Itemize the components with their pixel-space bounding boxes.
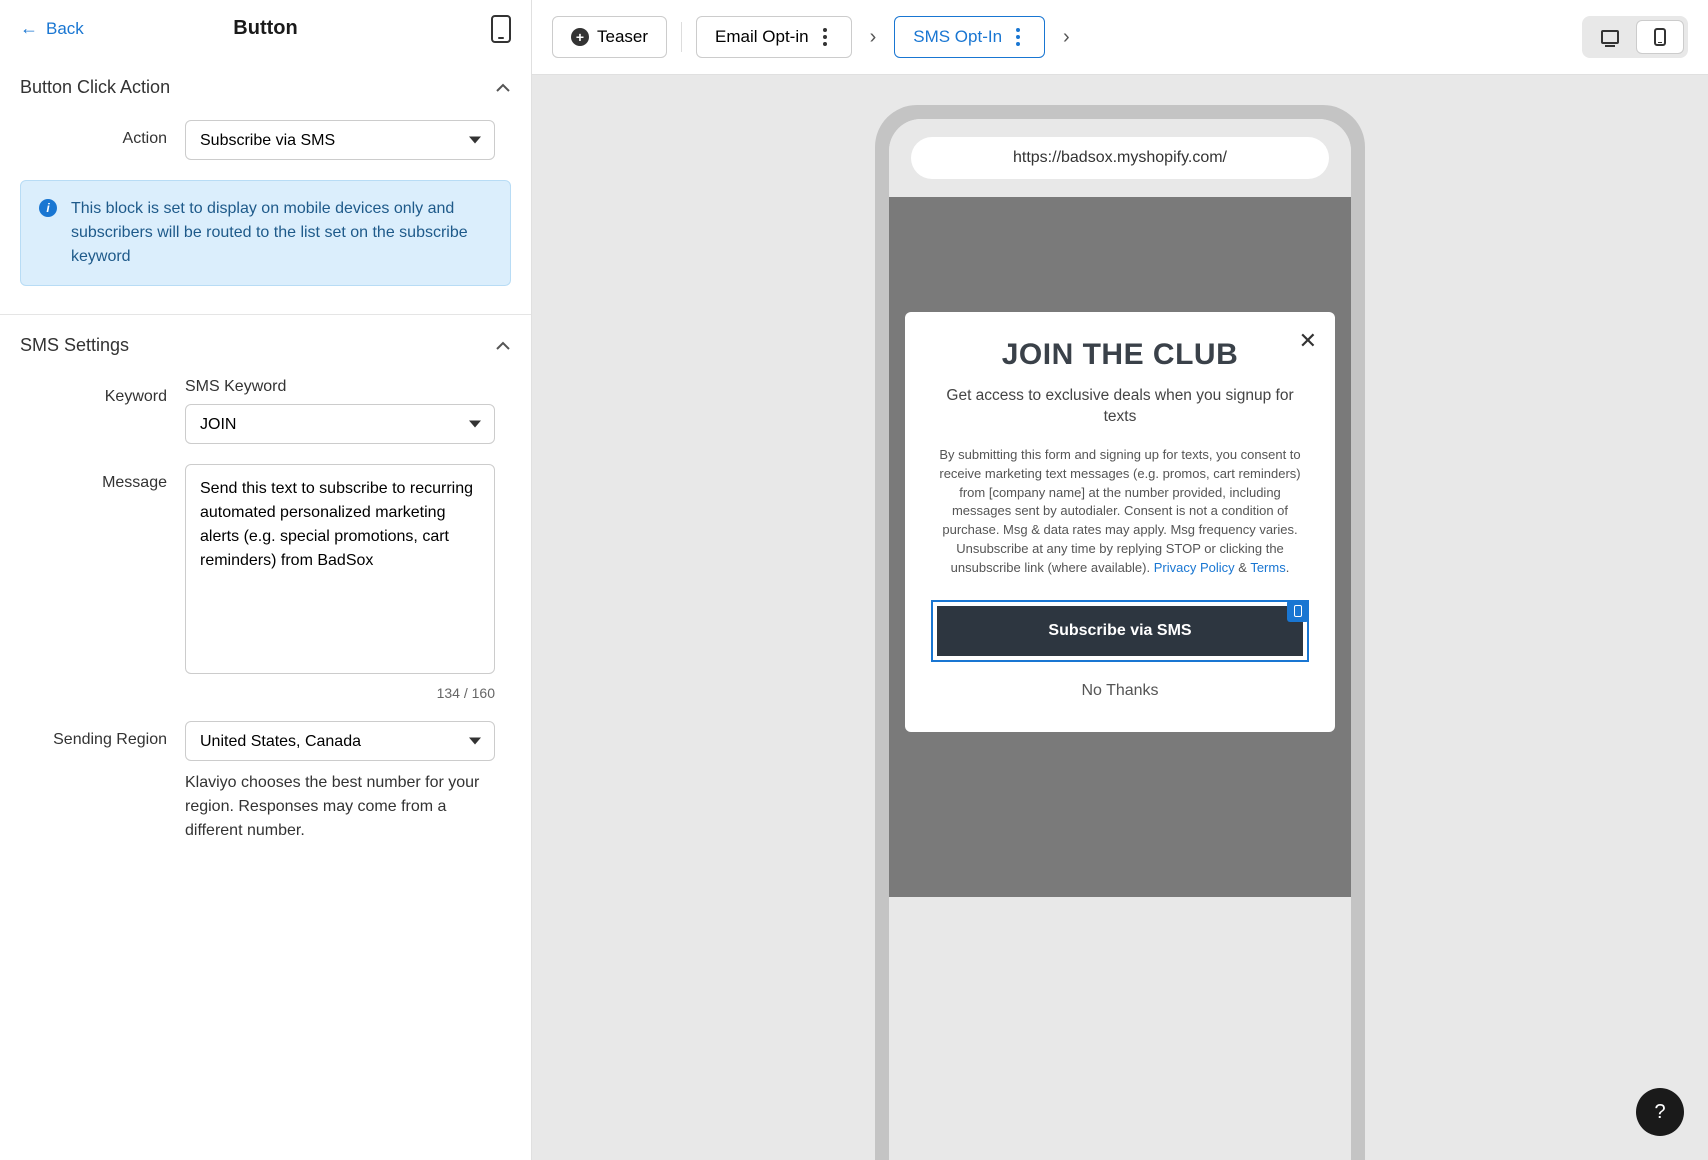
subscribe-button[interactable]: Subscribe via SMS xyxy=(937,606,1303,656)
kebab-icon[interactable] xyxy=(1010,28,1026,46)
email-optin-label: Email Opt-in xyxy=(715,27,809,47)
popup-title: JOIN THE CLUB xyxy=(931,338,1309,372)
sidebar-header: ← Back Button xyxy=(0,0,531,57)
info-icon: i xyxy=(39,199,57,217)
field-sending-region: Sending Region United States, Canada Kla… xyxy=(20,721,511,843)
field-label: Keyword xyxy=(20,378,185,406)
mobile-icon xyxy=(1294,605,1302,617)
phone-screen: https://badsox.myshopify.com/ ✕ JOIN THE… xyxy=(889,119,1351,1160)
field-label: Message xyxy=(20,464,185,492)
privacy-link[interactable]: Privacy Policy xyxy=(1154,560,1235,575)
action-select-wrap: Subscribe via SMS xyxy=(185,120,495,160)
field-action: Action Subscribe via SMS xyxy=(20,120,511,160)
email-optin-step[interactable]: Email Opt-in xyxy=(696,16,852,58)
legal-amp: & xyxy=(1235,560,1251,575)
sms-optin-label: SMS Opt-In xyxy=(913,27,1002,47)
keyword-select[interactable]: JOIN xyxy=(185,404,495,444)
plus-circle-icon: + xyxy=(571,28,589,46)
keyword-select-wrap: JOIN xyxy=(185,404,495,444)
back-label: Back xyxy=(46,19,84,39)
chevron-right-icon: › xyxy=(866,26,881,49)
legal-text: By submitting this form and signing up f… xyxy=(939,447,1300,575)
section-header[interactable]: SMS Settings xyxy=(20,335,511,356)
device-toggle xyxy=(1582,16,1688,58)
chevron-up-icon xyxy=(495,338,511,354)
section-title: SMS Settings xyxy=(20,335,129,356)
popup-legal: By submitting this form and signing up f… xyxy=(931,446,1309,578)
chevron-up-icon xyxy=(495,80,511,96)
back-button[interactable]: ← Back xyxy=(20,18,84,39)
chevron-right-icon: › xyxy=(1059,26,1074,49)
info-text: This block is set to display on mobile d… xyxy=(71,197,492,269)
action-select[interactable]: Subscribe via SMS xyxy=(185,120,495,160)
sms-optin-step[interactable]: SMS Opt-In xyxy=(894,16,1045,58)
divider xyxy=(681,22,682,52)
page-title: Button xyxy=(233,17,297,40)
field-message: Message Send this text to subscribe to r… xyxy=(20,464,511,701)
mobile-badge xyxy=(1287,600,1309,622)
field-keyword: Keyword SMS Keyword JOIN xyxy=(20,378,511,444)
field-label: Action xyxy=(20,120,185,148)
field-label: Sending Region xyxy=(20,721,185,749)
info-callout: i This block is set to display on mobile… xyxy=(20,180,511,286)
url-bar: https://badsox.myshopify.com/ xyxy=(911,137,1329,179)
region-select[interactable]: United States, Canada xyxy=(185,721,495,761)
preview-canvas: + Teaser Email Opt-in › SMS Opt-In › xyxy=(532,0,1708,1160)
phone-frame: https://badsox.myshopify.com/ ✕ JOIN THE… xyxy=(875,105,1365,1160)
page-content: ✕ JOIN THE CLUB Get access to exclusive … xyxy=(889,197,1351,897)
settings-sidebar: ← Back Button Button Click Action Action… xyxy=(0,0,532,1160)
canvas-toolbar: + Teaser Email Opt-in › SMS Opt-In › xyxy=(532,0,1708,75)
terms-link[interactable]: Terms xyxy=(1250,560,1285,575)
url-bar-area: https://badsox.myshopify.com/ xyxy=(889,119,1351,197)
close-icon[interactable]: ✕ xyxy=(1299,328,1317,354)
teaser-button[interactable]: + Teaser xyxy=(552,16,667,58)
teaser-label: Teaser xyxy=(597,27,648,47)
message-textarea[interactable]: Send this text to subscribe to recurring… xyxy=(185,464,495,674)
desktop-icon xyxy=(1601,30,1619,44)
popup-subtitle: Get access to exclusive deals when you s… xyxy=(940,386,1300,428)
arrow-left-icon: ← xyxy=(20,18,38,39)
section-header[interactable]: Button Click Action xyxy=(20,77,511,98)
region-select-wrap: United States, Canada xyxy=(185,721,495,761)
kebab-icon[interactable] xyxy=(817,28,833,46)
legal-period: . xyxy=(1286,560,1290,575)
section-title: Button Click Action xyxy=(20,77,170,98)
canvas-body: https://badsox.myshopify.com/ ✕ JOIN THE… xyxy=(532,75,1708,1160)
keyword-sublabel: SMS Keyword xyxy=(185,378,495,396)
section-button-click-action: Button Click Action Action Subscribe via… xyxy=(0,57,531,314)
region-helper: Klaviyo chooses the best number for your… xyxy=(185,771,495,843)
no-thanks-link[interactable]: No Thanks xyxy=(931,682,1309,700)
section-sms-settings: SMS Settings Keyword SMS Keyword JOIN Me… xyxy=(0,314,531,883)
mobile-icon xyxy=(1654,28,1666,46)
mobile-view-button[interactable] xyxy=(1636,20,1684,54)
mobile-icon xyxy=(491,15,511,43)
signup-popup: ✕ JOIN THE CLUB Get access to exclusive … xyxy=(905,312,1335,732)
char-count: 134 / 160 xyxy=(185,685,495,701)
desktop-view-button[interactable] xyxy=(1586,20,1634,54)
cta-selected-frame[interactable]: Subscribe via SMS xyxy=(931,600,1309,662)
help-button[interactable]: ? xyxy=(1636,1088,1684,1136)
